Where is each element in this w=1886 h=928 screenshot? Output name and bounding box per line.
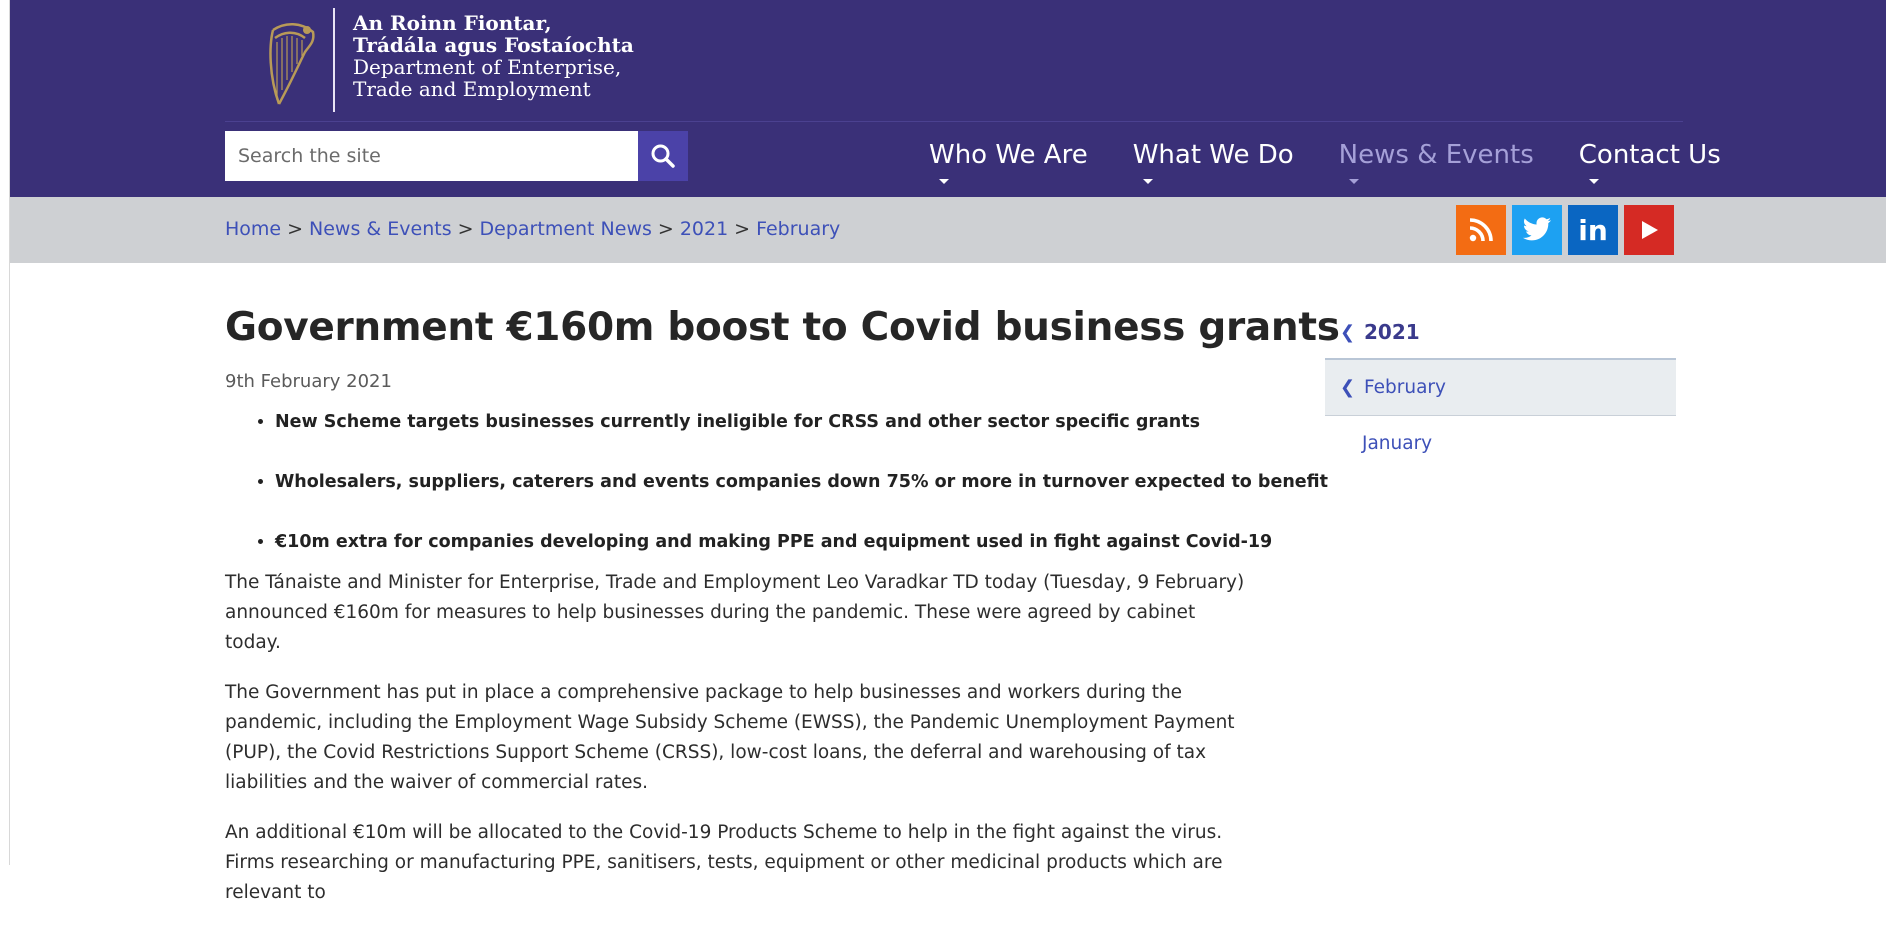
department-logo[interactable]: An Roinn Fiontar, Trádála agus Fostaíoch… [261, 8, 634, 112]
article-paragraph: The Tánaiste and Minister for Enterprise… [225, 572, 1245, 653]
breadcrumb-separator: > [734, 218, 751, 240]
social-links: in [1456, 205, 1674, 255]
caret-down-icon [1588, 179, 1599, 184]
highlight-item: Wholesalers, suppliers, caterers and eve… [275, 470, 1328, 494]
linkedin-button[interactable]: in [1568, 205, 1618, 255]
logo-line-irish-2: Trádála agus Fostaíochta [353, 33, 634, 57]
logo-line-english-1: Department of Enterprise, [353, 55, 622, 79]
nav-label: Contact Us [1578, 140, 1721, 170]
main-nav: Who We Are What We Do News & Events Cont… [929, 136, 1766, 188]
site-search [225, 131, 697, 181]
breadcrumb-2021[interactable]: 2021 [680, 218, 728, 240]
article-paragraph: An additional €10m will be allocated to … [225, 822, 1223, 903]
nav-label: News & Events [1338, 140, 1534, 170]
nav-contact-us[interactable]: Contact Us [1579, 136, 1721, 188]
nav-news-events[interactable]: News & Events [1339, 136, 1534, 188]
nav-what-we-do[interactable]: What We Do [1133, 136, 1294, 188]
youtube-icon [1642, 221, 1658, 239]
article-paragraph: The Government has put in place a compre… [225, 682, 1235, 793]
nav-label: Who We Are [929, 140, 1088, 170]
article-highlights: New Scheme targets businesses currently … [225, 410, 1328, 554]
department-name: An Roinn Fiontar, Trádála agus Fostaíoch… [353, 12, 634, 100]
sidebar-year-label: 2021 [1364, 320, 1420, 344]
caret-down-icon [939, 179, 949, 184]
sidebar-year-2021[interactable]: ❮ 2021 [1325, 306, 1676, 360]
breadcrumb-separator: > [457, 218, 474, 240]
breadcrumb-department-news[interactable]: Department News [480, 218, 652, 240]
breadcrumb-news-events[interactable]: News & Events [309, 218, 452, 240]
nav-who-we-are[interactable]: Who We Are [929, 136, 1088, 188]
sidebar-month-january[interactable]: January [1325, 416, 1676, 471]
header-divider [225, 121, 1683, 122]
linkedin-icon: in [1578, 213, 1608, 247]
logo-line-irish-1: An Roinn Fiontar, [353, 11, 552, 35]
logo-divider [333, 8, 335, 112]
nav-label: What We Do [1132, 140, 1294, 170]
search-icon [651, 144, 675, 168]
caret-down-icon [1142, 179, 1153, 184]
chevron-left-icon: ❮ [1340, 321, 1356, 343]
archive-sidebar: ❮ 2021 ❮ February January [1325, 306, 1676, 471]
article: Government €160m boost to Covid business… [225, 300, 1340, 928]
search-input[interactable] [225, 131, 638, 181]
breadcrumb: Home > News & Events > Department News >2021 >… [225, 218, 840, 240]
youtube-button[interactable] [1624, 205, 1674, 255]
rss-button[interactable] [1456, 205, 1506, 255]
sidebar-month-february[interactable]: ❮ February [1325, 360, 1676, 416]
breadcrumb-bar: Home > News & Events > Department News >2021 >… [9, 197, 1886, 263]
rss-icon [1469, 218, 1493, 242]
chevron-left-icon: ❮ [1340, 377, 1356, 398]
harp-emblem-icon [269, 23, 315, 105]
search-button[interactable] [638, 131, 688, 181]
article-date: 9th February 2021 [225, 371, 392, 392]
highlight-item: New Scheme targets businesses currently … [275, 410, 1245, 434]
window-left-edge [0, 0, 10, 865]
breadcrumb-separator: > [287, 218, 304, 240]
breadcrumb-february[interactable]: February [756, 218, 840, 240]
twitter-button[interactable] [1512, 205, 1562, 255]
twitter-icon [1522, 217, 1552, 241]
breadcrumb-separator: > [657, 218, 674, 240]
article-title: Government €160m boost to Covid business… [225, 305, 1340, 350]
site-header: An Roinn Fiontar, Trádála agus Fostaíoch… [9, 0, 1886, 197]
breadcrumb-home[interactable]: Home [225, 218, 281, 240]
logo-line-english-2: Trade and Employment [353, 77, 591, 101]
caret-down-icon [1348, 179, 1359, 184]
sidebar-month-label: February [1364, 377, 1446, 398]
highlight-item: €10m extra for companies developing and … [275, 530, 1272, 554]
